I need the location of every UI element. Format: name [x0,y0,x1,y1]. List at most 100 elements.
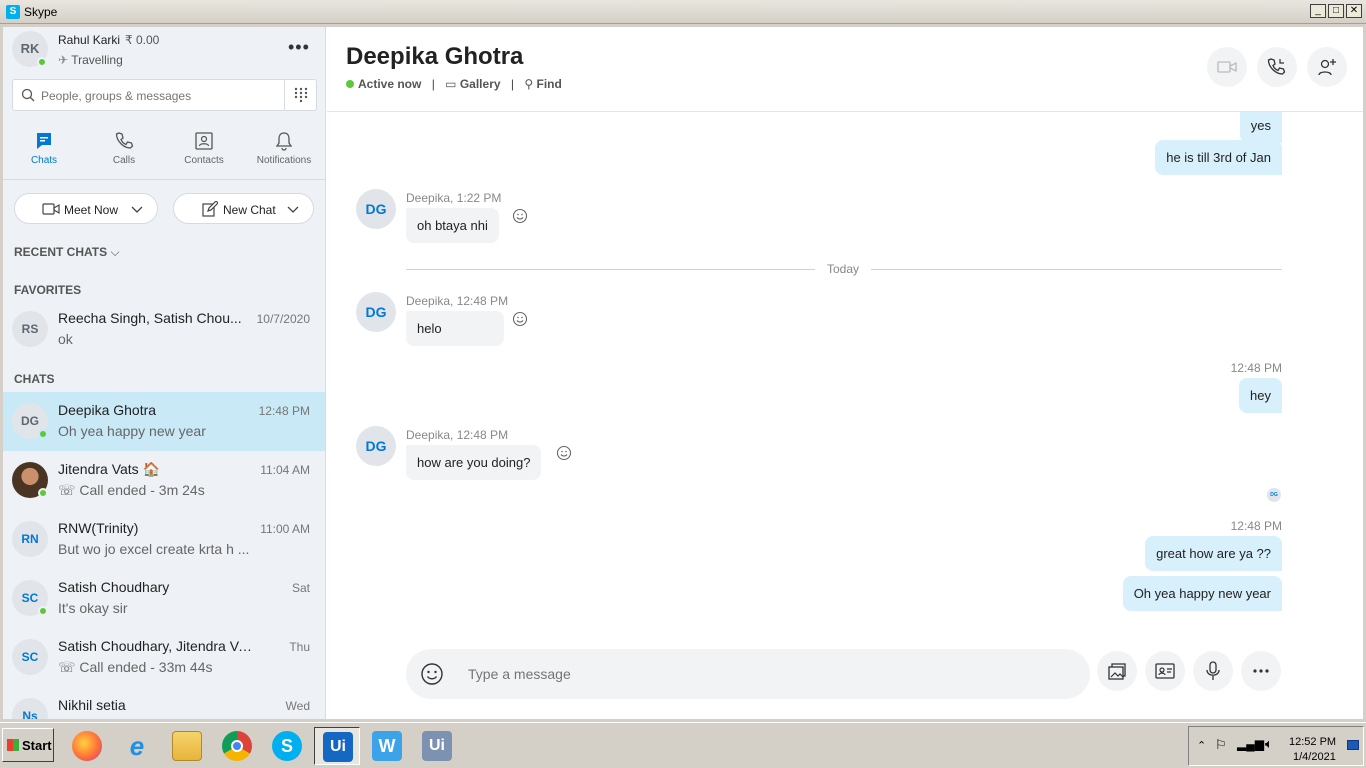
skype-logo-icon: S [6,5,20,19]
emoji-icon[interactable] [420,662,444,686]
message-outgoing[interactable]: he is till 3rd of Jan [1155,140,1282,175]
divider [3,179,325,180]
show-desktop-icon[interactable] [1347,740,1359,750]
gallery-label: Gallery [459,77,501,91]
meet-now-button[interactable]: Meet Now [14,193,158,224]
chat-preview: Oh yea happy new year [58,423,206,439]
separator: | [431,77,435,91]
recent-chats-filter[interactable]: RECENT CHATS ⌵ [14,245,120,260]
chat-time: Wed [285,699,310,713]
message-incoming[interactable]: how are you doing? [406,445,542,480]
video-call-button[interactable] [1207,47,1247,87]
add-reaction-icon[interactable] [556,445,572,461]
voice-message-button[interactable] [1193,651,1233,691]
find-label: Find [536,77,562,91]
message-outgoing[interactable]: hey [1239,378,1282,413]
presence-online-icon [38,488,48,498]
gallery-icon: ▭ [445,77,460,91]
contact-card-icon [1155,663,1175,679]
network-icon[interactable]: ▂▄▆ [1237,737,1264,751]
chat-name: Nikhil setia [58,697,126,713]
more-options-icon[interactable]: ••• [288,37,310,58]
taskbar-file-explorer[interactable] [164,727,210,765]
send-contact-button[interactable] [1145,651,1185,691]
chat-list-item[interactable]: SC Satish Choudhary, Jitendra Vats,... ☏… [3,628,325,687]
message-outgoing[interactable]: great how are ya ?? [1145,536,1282,571]
chat-name: Deepika Ghotra [58,402,157,418]
chat-time: 10/7/2020 [256,312,310,326]
windows-logo-icon [7,739,19,751]
contact-avatar[interactable]: DG [356,292,396,332]
chat-list-item[interactable]: Ns Nikhil setia Wed [3,687,325,719]
search-icon [21,88,35,102]
chat-name: RNW(Trinity) [58,520,139,536]
taskbar-internet-explorer[interactable]: e [114,727,160,765]
clock-date[interactable]: 1/4/2021 [1293,751,1336,763]
taskbar-skype[interactable]: S [264,727,310,765]
add-reaction-icon[interactable] [512,311,528,327]
new-chat-button[interactable]: New Chat [173,193,314,224]
date-divider: Today [815,262,872,276]
chat-list-item[interactable]: SC Satish Choudhary It's okay sir Sat [3,569,325,628]
chat-list-item[interactable]: RS Reecha Singh, Satish Chou... ok 10/7/… [3,300,325,359]
contact-avatar[interactable]: DG [356,189,396,229]
phone-icon [115,132,134,149]
taskbar-firefox[interactable] [64,727,110,765]
tab-chats[interactable]: Chats [4,127,84,175]
tab-notifications[interactable]: Notifications [244,127,324,175]
read-receipt-avatar: DG [1267,488,1281,502]
taskbar-chrome[interactable] [214,727,260,765]
uipath-icon: Ui [422,731,452,761]
contacts-icon [195,132,213,150]
message-outgoing[interactable]: yes [1239,112,1282,143]
message-input[interactable] [468,664,1048,684]
close-button[interactable]: ✕ [1346,4,1362,18]
tab-contacts[interactable]: Contacts [164,127,244,175]
sidebar: RK Rahul Karki ₹ 0.00 ✈ Travelling ••• C… [3,27,326,719]
volume-icon[interactable]: 🔈︎ [1265,736,1273,752]
minimize-button[interactable]: _ [1310,4,1326,18]
chat-preview: ☏ Call ended - 33m 44s [58,659,268,676]
tab-calls[interactable]: Calls [84,127,164,175]
avatar: Ns [12,698,48,719]
maximize-button[interactable]: □ [1328,4,1344,18]
message-outgoing[interactable]: Oh yea happy new year [1122,576,1282,611]
more-options-button[interactable] [1241,651,1281,691]
contact-avatar[interactable]: DG [356,426,396,466]
dialpad-button[interactable] [284,80,316,110]
chevron-down-icon: ⌵ [110,245,120,259]
favorites-heading: FAVORITES [14,283,82,297]
search-box [12,79,317,111]
audio-call-button[interactable] [1257,47,1297,87]
chat-time: Thu [289,640,310,654]
taskbar-uipath-2[interactable]: Ui [414,727,460,765]
add-people-button[interactable] [1307,47,1347,87]
chat-list-item[interactable]: DG Deepika Ghotra Oh yea happy new year … [3,392,325,451]
message-incoming[interactable]: helo [406,311,504,346]
share-media-button[interactable] [1097,651,1137,691]
chat-list-item[interactable]: RN RNW(Trinity) But wo jo excel create k… [3,510,325,569]
taskbar-uipath[interactable]: Ui [314,727,360,765]
chat-name: Reecha Singh, Satish Chou... [58,310,242,326]
action-center-flag-icon[interactable]: ⚐ [1215,737,1227,753]
find-link[interactable]: ⚲ Find [524,77,561,91]
clock-time[interactable]: 12:52 PM [1289,736,1336,748]
add-reaction-icon[interactable] [512,208,528,224]
tab-label: Notifications [256,155,312,166]
taskbar-word[interactable]: W [364,727,410,765]
taskbar: Start e S Ui W Ui ⌃ ⚐ ▂▄▆ 🔈︎ 12:52 PM 1/… [0,722,1366,768]
search-input[interactable] [41,86,281,106]
presence-online-icon [38,429,48,439]
gallery-link[interactable]: ▭ Gallery [445,77,500,91]
mood-message[interactable]: ✈ Travelling [58,53,123,67]
chat-list-item[interactable]: Jitendra Vats 🏠 ☏ Call ended - 3m 24s 11… [3,451,325,510]
conversation-pane: Deepika Ghotra Active now | ▭ Gallery | … [327,27,1363,719]
start-button[interactable]: Start [2,728,54,762]
conversation-title[interactable]: Deepika Ghotra [346,43,523,71]
skype-credit[interactable]: ₹ 0.00 [125,33,159,47]
profile-header: RK Rahul Karki ₹ 0.00 ✈ Travelling ••• [3,27,325,77]
message-incoming[interactable]: oh btaya nhi [406,208,499,243]
compose-icon [202,201,218,217]
video-camera-icon [1217,61,1237,73]
show-hidden-icons-icon[interactable]: ⌃ [1197,739,1206,752]
